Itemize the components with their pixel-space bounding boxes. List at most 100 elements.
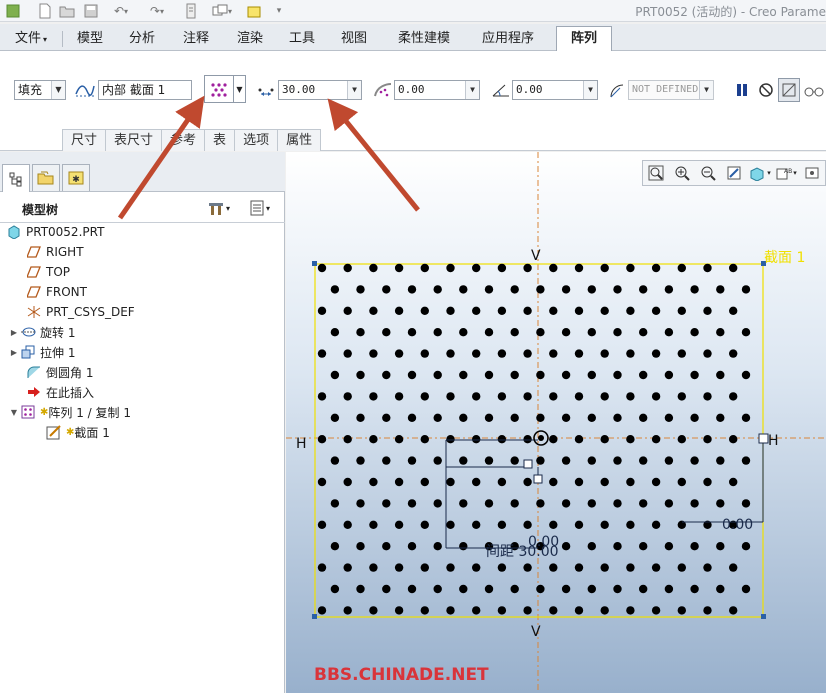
tree-item-front[interactable]: FRONT	[26, 283, 87, 301]
verify-mode-icon[interactable]	[778, 78, 800, 102]
pattern-type-select[interactable]: 填充 ▼	[14, 80, 66, 100]
regenerate-icon[interactable]	[180, 2, 202, 20]
tree-item-right[interactable]: RIGHT	[26, 243, 84, 261]
drag-handle[interactable]	[533, 474, 543, 484]
pattern-member-dot	[600, 563, 609, 572]
border-distance-input[interactable]: 0.00 ▼	[394, 80, 480, 100]
grid-template-dropdown[interactable]: ▼	[234, 75, 246, 103]
tab-render[interactable]: 渲染	[226, 29, 274, 49]
sketch-reference-field[interactable]: 内部 截面 1	[98, 80, 192, 100]
tab-view[interactable]: 视图	[330, 29, 378, 49]
subtab-tables[interactable]: 表	[204, 129, 236, 151]
graphics-viewport[interactable]: ▾ AB ▾ V V H H 截面 1 间距 30.00 0.00 0.00 B…	[286, 152, 826, 693]
pattern-member-dot	[407, 413, 417, 422]
pattern-member-dot	[472, 263, 481, 273]
tree-item-round[interactable]: 倒圆角 1	[26, 363, 93, 381]
tab-model[interactable]: 模型	[66, 29, 114, 49]
pattern-member-dot	[664, 499, 674, 508]
folder-browser-tab-icon[interactable]	[32, 164, 60, 191]
tree-item-top[interactable]: TOP	[26, 263, 70, 281]
model-tree-tab-icon[interactable]	[2, 164, 30, 192]
pattern-member-dot	[600, 349, 609, 358]
tab-tools[interactable]: 工具	[278, 29, 326, 49]
tree-filter-icon[interactable]: ▾	[240, 198, 278, 218]
new-file-icon[interactable]	[36, 2, 54, 20]
pattern-member-dot	[407, 285, 417, 294]
pattern-member-dot	[472, 477, 481, 487]
windows-icon[interactable]: ▾	[206, 2, 238, 20]
model-tree-header: 模型树 ▾ ▾	[0, 193, 285, 223]
tree-item-insert-here[interactable]: 在此插入	[26, 383, 94, 401]
tab-pattern[interactable]: 阵列	[556, 26, 612, 52]
pattern-member-dot	[690, 413, 699, 422]
close-window-icon[interactable]	[244, 2, 264, 20]
drag-handle[interactable]	[523, 459, 533, 469]
pause-icon[interactable]	[732, 79, 752, 101]
pattern-member-dot	[587, 285, 596, 294]
rotation-dimension-label[interactable]: 0.00	[528, 534, 559, 550]
tab-applications[interactable]: 应用程序	[468, 29, 548, 49]
pattern-member-dot	[369, 520, 378, 529]
pattern-member-dot	[741, 584, 751, 594]
undo-icon[interactable]: ↶ ▾	[106, 2, 136, 20]
pattern-member-dot	[536, 413, 545, 422]
redo-icon[interactable]: ↷ ▾	[142, 2, 172, 20]
section-boundary[interactable]	[314, 263, 764, 618]
pattern-member-dot	[549, 606, 558, 615]
pattern-member-dot	[651, 392, 661, 401]
tree-item-revolve[interactable]: ▶ 旋转 1	[8, 323, 76, 341]
subtab-dimensions[interactable]: 尺寸	[62, 129, 107, 151]
tab-file[interactable]: 文件 ▾	[6, 29, 56, 49]
drag-handle[interactable]	[758, 433, 769, 444]
app-logo-icon[interactable]	[4, 2, 22, 20]
subtab-properties[interactable]: 属性	[277, 129, 322, 151]
fill-pattern-grid-icon[interactable]	[204, 75, 234, 103]
tree-item-pattern[interactable]: ▼ ✱ 阵列 1 / 复制 1	[8, 403, 131, 421]
pattern-member-dot	[613, 370, 622, 380]
subtab-options[interactable]: 选项	[234, 129, 279, 151]
preview-glasses-icon[interactable]	[802, 79, 826, 101]
tree-item-sketch[interactable]: ✱ 截面 1	[46, 423, 110, 441]
tab-flexible-modeling[interactable]: 柔性建模	[384, 29, 464, 49]
expand-arrow-icon[interactable]: ▶	[8, 328, 20, 337]
pattern-member-dot	[497, 477, 507, 487]
spacing-input[interactable]: 30.00 ▼	[278, 80, 362, 100]
subtab-references[interactable]: 参考	[161, 129, 206, 151]
border-distance-icon	[372, 80, 394, 100]
pattern-member-dot	[600, 606, 609, 615]
pattern-member-dot	[420, 520, 429, 529]
pattern-member-dot	[356, 413, 365, 422]
expand-arrow-icon[interactable]: ▶	[8, 348, 20, 357]
datum-label-h-right: H	[768, 433, 779, 449]
no-preview-icon[interactable]	[756, 79, 776, 101]
pattern-member-dot	[741, 370, 751, 380]
pattern-member-dot	[510, 584, 519, 594]
tree-item-part[interactable]: PRT0052.PRT	[6, 223, 104, 241]
pattern-member-dot	[729, 606, 738, 615]
tree-item-extrude[interactable]: ▶ 拉伸 1	[8, 343, 75, 361]
open-file-icon[interactable]	[58, 2, 76, 20]
tab-analysis[interactable]: 分析	[118, 29, 166, 49]
pattern-member-dot	[729, 563, 738, 572]
pattern-member-dot	[626, 263, 635, 273]
save-icon[interactable]	[82, 2, 100, 20]
datum-plane-icon	[26, 244, 42, 260]
favorites-tab-icon[interactable]: ✱	[62, 164, 90, 191]
pattern-member-dot	[394, 563, 404, 572]
pattern-member-dot	[394, 520, 404, 529]
subtab-table-dimensions[interactable]: 表尺寸	[105, 129, 163, 151]
border-dimension-label[interactable]: 0.00	[722, 517, 753, 533]
pattern-member-dot	[356, 328, 365, 337]
pattern-member-dot	[382, 456, 391, 465]
pattern-member-dot	[716, 328, 725, 337]
customize-qa-icon[interactable]: ▾	[272, 2, 286, 20]
pattern-member-dot	[420, 263, 429, 273]
collapse-arrow-icon[interactable]: ▼	[8, 408, 20, 417]
watermark-text: BBS.CHINADE.NET	[314, 665, 489, 685]
tab-annotate[interactable]: 注释	[170, 29, 222, 49]
tree-settings-icon[interactable]: ▾	[200, 198, 236, 218]
rotation-input[interactable]: 0.00 ▼	[512, 80, 598, 100]
pattern-member-dot	[369, 392, 378, 401]
pattern-member-dot	[433, 456, 442, 465]
tree-item-csys[interactable]: PRT_CSYS_DEF	[26, 303, 135, 321]
